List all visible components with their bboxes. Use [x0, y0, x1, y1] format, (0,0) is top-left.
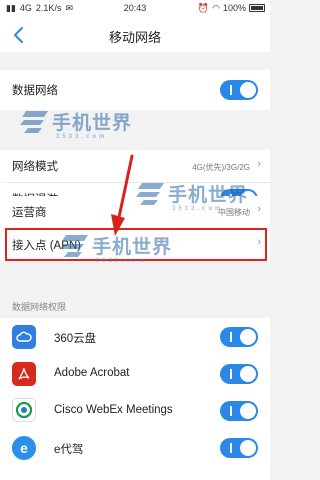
app-permission-list: 360云盘 Adobe Acrobat Cisco WebEx Meetings… — [0, 318, 270, 480]
watermark-text: 手机世界 — [52, 112, 133, 134]
watermark-logo-icon — [20, 110, 48, 133]
cloud-icon — [12, 325, 36, 349]
app-toggle[interactable] — [220, 327, 258, 347]
app-header: 移动网络 — [0, 18, 270, 52]
watermark-number: 3533.com — [172, 206, 224, 212]
e-icon: e — [12, 436, 36, 460]
app-toggle[interactable] — [220, 438, 258, 458]
watermark-text: 手机世界 — [92, 236, 173, 258]
watermark-logo-icon — [60, 234, 88, 257]
watermark-text: 手机世界 — [168, 184, 249, 206]
battery-percent: 100% — [222, 3, 246, 13]
status-right: ⏰ ◠ 100% — [198, 3, 265, 13]
network-mode-label: 网络模式 — [12, 161, 58, 173]
app-label: e代驾 — [54, 444, 84, 456]
watermark-number: 3533.com — [96, 258, 148, 264]
status-bar: ▮▮ 4G 2.1K/s ✉ 20:43 ⏰ ◠ 100% — [0, 0, 270, 18]
app-label: 360云盘 — [54, 333, 97, 345]
wifi-icon: ◠ — [212, 3, 220, 13]
chevron-right-icon: › — [257, 158, 261, 170]
watermark: 手机世界 3533.com — [60, 232, 173, 264]
watermark: 手机世界 3533.com — [20, 108, 133, 140]
page-title: 移动网络 — [108, 30, 161, 45]
acrobat-icon — [12, 362, 36, 386]
annotation-arrow-icon — [111, 154, 134, 236]
watermark: 手机世界 3533.com — [136, 180, 249, 212]
watermark-number: 3533.com — [56, 134, 108, 140]
app-toggle[interactable] — [220, 364, 258, 384]
data-network-toggle[interactable] — [220, 80, 258, 100]
network-mode-value: 4G(优先)/3G/2G — [192, 163, 250, 172]
app-label: Cisco WebEx Meetings — [54, 404, 173, 416]
data-network-label: 数据网络 — [12, 85, 58, 97]
webex-icon — [12, 398, 36, 422]
app-toggle[interactable] — [220, 401, 258, 421]
carrier-label: 运营商 — [12, 207, 47, 219]
watermark-logo-icon — [136, 182, 164, 205]
data-network-row[interactable]: 数据网络 — [0, 70, 270, 110]
app-label: Adobe Acrobat — [54, 367, 130, 379]
chevron-right-icon: › — [257, 203, 261, 215]
battery-icon — [249, 4, 265, 12]
permissions-section-label: 数据网络权限 — [12, 302, 67, 312]
alarm-icon: ⏰ — [197, 3, 210, 13]
